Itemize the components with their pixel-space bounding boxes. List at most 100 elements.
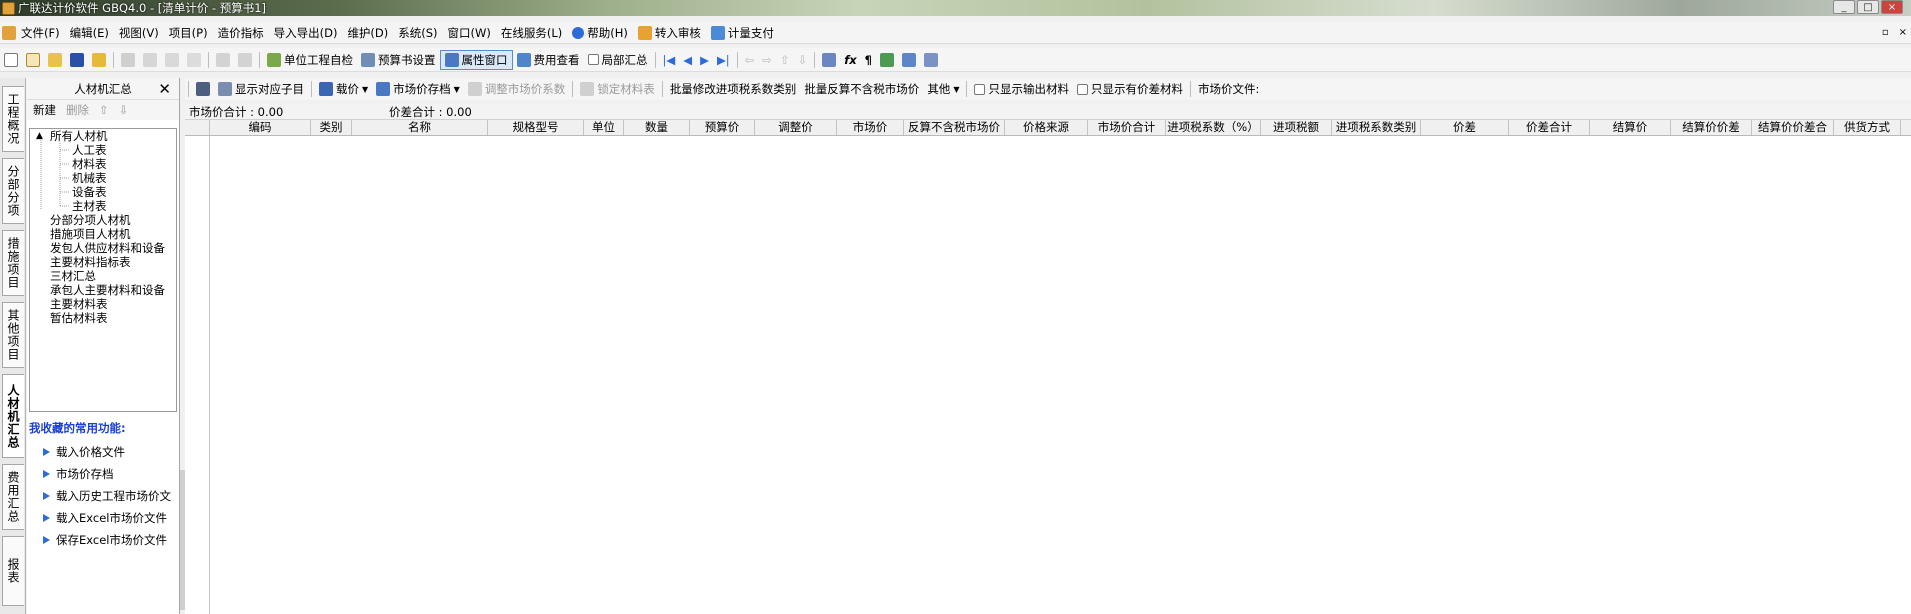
tree-item-equipment[interactable]: 设备表 [72, 185, 107, 199]
tree-item-sub-items[interactable]: 分部分项人材机 [50, 213, 131, 227]
col-header-price-source[interactable]: 价格来源 [1005, 120, 1088, 135]
copy-button[interactable] [139, 50, 161, 70]
open-button[interactable] [44, 50, 66, 70]
move-down-tree-icon[interactable]: ⇩ [119, 103, 129, 117]
tab-sub-items[interactable]: 分部分项 [2, 158, 24, 224]
cut-button[interactable] [117, 50, 139, 70]
tree-item-main-material[interactable]: 主材表 [72, 199, 107, 213]
tree-item-three-materials[interactable]: 三材汇总 [50, 269, 96, 283]
col-header-settle-price[interactable]: 结算价 [1590, 120, 1671, 135]
col-header-diff[interactable]: 价差 [1421, 120, 1509, 135]
cube-button[interactable] [876, 50, 898, 70]
delete-button[interactable] [183, 50, 205, 70]
menu-window[interactable]: 窗口(W) [443, 25, 496, 41]
batch-tax-button[interactable]: 批量修改进项税系数类别 [666, 79, 801, 99]
col-header-unit[interactable]: 单位 [584, 120, 624, 135]
col-header-name[interactable]: 名称 [352, 120, 488, 135]
save-button[interactable] [66, 50, 88, 70]
adjust-coeff-button[interactable]: 调整市场价系数 [464, 79, 570, 99]
col-header-market-price[interactable]: 市场价 [837, 120, 904, 135]
tab-project-overview[interactable]: 工程概况 [2, 86, 24, 152]
image-button[interactable] [898, 50, 920, 70]
tree-item-labor[interactable]: 人工表 [72, 143, 107, 157]
col-header-market-total[interactable]: 市场价合计 [1088, 120, 1166, 135]
col-header-supply-mode[interactable]: 供货方式 [1834, 120, 1901, 135]
fav-save-excel[interactable]: 保存Excel市场价文件 [43, 532, 167, 548]
tree-expand-icon[interactable]: ▲ [36, 129, 43, 143]
move-up-tree-icon[interactable]: ⇧ [99, 103, 109, 117]
only-diff-checkbox[interactable]: 只显示有价差材料 [1073, 79, 1187, 99]
restore-button[interactable]: □ [1857, 0, 1879, 14]
new-template-button[interactable] [22, 50, 44, 70]
close-window-button[interactable]: × [1881, 0, 1903, 14]
property-window-button[interactable]: 属性窗口 [439, 49, 513, 70]
show-sub-items-button[interactable]: 显示对应子目 [214, 79, 308, 99]
col-header-type[interactable]: 类别 [311, 120, 352, 135]
tab-reports[interactable]: 报表 [2, 536, 24, 606]
delete-tree-button[interactable]: 删除 [66, 102, 89, 118]
col-header-settle-diff-total[interactable]: 结算价价差合 [1752, 120, 1834, 135]
only-output-checkbox[interactable]: 只显示输出材料 [970, 79, 1073, 99]
tree-item-index[interactable]: 主要材料指标表 [50, 255, 131, 269]
tree-item-main-list[interactable]: 主要材料表 [50, 297, 108, 311]
redo-button[interactable] [234, 50, 256, 70]
tree-item-material[interactable]: 材料表 [72, 157, 107, 171]
market-archive-button[interactable]: 市场价存档 ▼ [372, 79, 464, 99]
col-header-tax-amount[interactable]: 进项税额 [1261, 120, 1332, 135]
fav-load-excel[interactable]: 载入Excel市场价文件 [43, 510, 167, 526]
menu-transfer-audit[interactable]: 转入审核 [633, 25, 706, 41]
new-file-button[interactable] [0, 50, 22, 70]
menu-cost-index[interactable]: 造价指标 [213, 25, 269, 41]
folder-button[interactable] [88, 50, 110, 70]
grid-button[interactable] [920, 50, 942, 70]
batch-calc-button[interactable]: 批量反算不含税市场价 [800, 79, 923, 99]
tab-labor-material-summary[interactable]: 人材机汇总 [2, 374, 24, 458]
tree-item-measures[interactable]: 措施项目人材机 [50, 227, 131, 241]
tree-item-all[interactable]: 所有人材机 [50, 129, 108, 143]
unit-check-button[interactable]: 单位工程自检 [263, 50, 357, 70]
app-menu-icon[interactable] [2, 25, 16, 40]
fav-market-archive[interactable]: 市场价存档 [43, 466, 114, 482]
tab-measures[interactable]: 措施项目 [2, 230, 24, 296]
paste-button[interactable] [161, 50, 183, 70]
col-header-adjusted-price[interactable]: 调整价 [755, 120, 837, 135]
binoculars-button[interactable] [192, 79, 214, 99]
menu-help[interactable]: 帮助(H) [567, 25, 633, 41]
tree-item-machinery[interactable]: 机械表 [72, 171, 107, 185]
close-icon[interactable]: ✕ [158, 80, 171, 98]
calculator-button[interactable] [818, 50, 840, 70]
other-button[interactable]: 其他 ▼ [923, 79, 963, 99]
mdi-close-button[interactable]: × [1899, 27, 1907, 38]
minimize-button[interactable]: _ [1833, 0, 1855, 14]
tab-fee-summary[interactable]: 费用汇总 [2, 464, 24, 530]
col-header-settle-diff[interactable]: 结算价价差 [1671, 120, 1752, 135]
col-header-pretax-price[interactable]: 反算不含税市场价 [904, 120, 1005, 135]
col-header-spec[interactable]: 规格型号 [488, 120, 584, 135]
menu-maintain[interactable]: 维护(D) [342, 25, 393, 41]
load-price-button[interactable]: 载价 ▼ [315, 79, 372, 99]
paragraph-button[interactable]: ¶ [861, 50, 876, 70]
col-header-tax-category[interactable]: 进项税系数类别 [1332, 120, 1421, 135]
prev-button[interactable]: ◀ [679, 50, 696, 70]
new-button[interactable]: 新建 [33, 102, 56, 118]
tree-item-provisional[interactable]: 暂估材料表 [50, 311, 108, 325]
tree-item-owner-supply[interactable]: 发包人供应材料和设备 [50, 241, 165, 255]
mdi-restore-button[interactable]: ▫ [1882, 27, 1889, 38]
menu-view[interactable]: 视图(V) [114, 25, 164, 41]
move-down-button[interactable]: ⇩ [794, 50, 812, 70]
fav-load-price[interactable]: 载入价格文件 [43, 444, 125, 460]
col-header-tax-coeff[interactable]: 进项税系数（%） [1166, 120, 1261, 135]
last-button[interactable]: ▶| [713, 50, 734, 70]
first-button[interactable]: |◀ [659, 50, 680, 70]
move-left-button[interactable]: ⇦ [741, 50, 759, 70]
menu-system[interactable]: 系统(S) [393, 25, 442, 41]
tree-item-contractor[interactable]: 承包人主要材料和设备 [50, 283, 165, 297]
menu-measure-pay[interactable]: 计量支付 [706, 25, 779, 41]
undo-button[interactable] [212, 50, 234, 70]
formula-button[interactable]: fx [840, 50, 860, 70]
col-header-diff-total[interactable]: 价差合计 [1509, 120, 1590, 135]
tab-other-items[interactable]: 其他项目 [2, 302, 24, 368]
menu-online[interactable]: 在线服务(L) [496, 25, 567, 41]
budget-settings-button[interactable]: 预算书设置 [357, 50, 440, 70]
menu-edit[interactable]: 编辑(E) [65, 25, 114, 41]
